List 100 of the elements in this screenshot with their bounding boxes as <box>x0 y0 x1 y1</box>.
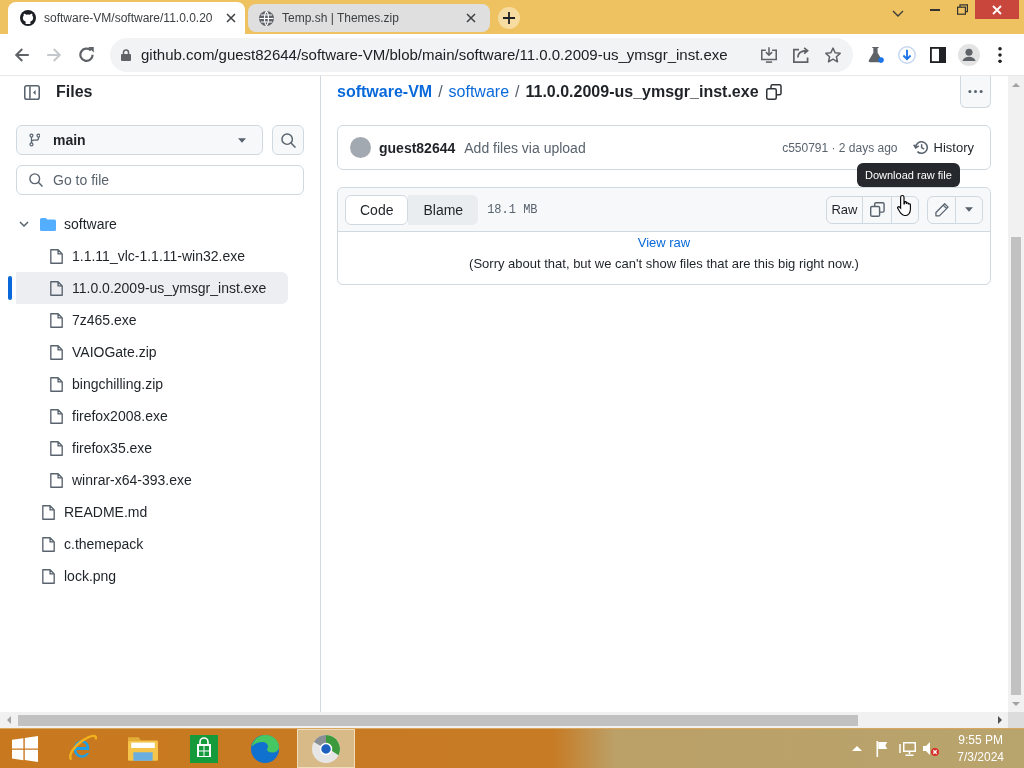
back-icon[interactable] <box>14 47 30 62</box>
tree-item[interactable]: c.themepack <box>8 528 288 560</box>
file-icon <box>49 312 63 328</box>
history-button[interactable]: History <box>912 140 974 155</box>
file-icon <box>41 536 55 552</box>
file-icon <box>49 376 63 392</box>
scrollbar-thumb[interactable] <box>18 714 858 726</box>
tree-item[interactable]: README.md <box>8 496 288 528</box>
tree-item[interactable]: 7z465.exe <box>8 304 288 336</box>
ellipsis-icon <box>968 90 983 93</box>
globe-icon <box>259 10 274 26</box>
commit-message[interactable]: Add files via upload <box>464 139 586 156</box>
raw-button[interactable]: Raw <box>826 195 863 224</box>
store-bag-icon <box>190 734 218 763</box>
hand-cursor-icon <box>897 195 911 216</box>
folder-icon <box>128 736 158 761</box>
tree-item[interactable]: 1.1.11_vlc-1.1.11-win32.exe <box>8 240 288 272</box>
tree-item[interactable]: lock.png <box>8 560 288 592</box>
new-tab-button[interactable] <box>498 7 520 29</box>
more-options-button[interactable] <box>960 76 991 108</box>
file-icon <box>41 568 55 584</box>
copy-icon <box>869 202 885 217</box>
folder-icon <box>40 217 56 231</box>
close-icon <box>992 4 1002 15</box>
windows-logo-icon[interactable] <box>12 735 38 762</box>
side-panel-icon[interactable] <box>930 46 946 63</box>
reload-icon[interactable] <box>78 47 94 62</box>
speaker-muted-icon[interactable] <box>923 741 940 756</box>
more-button[interactable] <box>955 195 983 224</box>
pencil-icon <box>934 202 949 217</box>
taskbar-button[interactable] <box>297 729 355 768</box>
file-icon <box>49 408 63 424</box>
download-icon[interactable] <box>898 45 916 64</box>
search-icon <box>280 132 296 148</box>
close-button[interactable] <box>975 0 1019 19</box>
scrollbar-thumb[interactable] <box>1011 237 1021 695</box>
swirl-icon <box>251 734 279 763</box>
search-button[interactable] <box>272 125 304 155</box>
file-icon <box>49 280 63 296</box>
browser-tab[interactable]: software-VM/software/11.0.0.20 <box>8 2 245 34</box>
breadcrumb-separator: / <box>515 83 520 101</box>
address-bar[interactable]: github.com/guest82644/software-VM/blob/main/software/11.0.0.2009-us_ymsgr_inst.exe <box>110 37 853 72</box>
tree-item[interactable]: software <box>8 208 288 240</box>
orb-icon <box>312 734 340 763</box>
url-text[interactable]: github.com/guest82644/software-VM/blob/main/software/11.0.0.2009-us_ymsgr_inst.exe <box>141 46 751 63</box>
file-search-field[interactable]: Go to file <box>16 165 304 195</box>
file-icon <box>49 344 63 360</box>
minimize-icon[interactable] <box>930 8 940 11</box>
tree-item[interactable]: winrar-x64-393.exe <box>8 464 288 496</box>
edit-button[interactable] <box>927 195 956 224</box>
commit-info: c550791 · 2 days ago <box>782 140 898 155</box>
tree-item[interactable]: VAIOGate.zip <box>8 336 288 368</box>
tree-item[interactable]: bingchilling.zip <box>8 368 288 400</box>
lock-icon[interactable] <box>121 48 131 61</box>
vertical-scrollbar[interactable] <box>1008 76 1024 712</box>
commit-author[interactable]: guest82644 <box>379 139 456 156</box>
chevron-down-icon[interactable] <box>892 9 904 17</box>
view-tab[interactable]: Code <box>345 194 409 225</box>
file-icon <box>41 504 55 520</box>
panel-icon[interactable] <box>24 84 40 100</box>
tree-item[interactable]: firefox35.exe <box>8 432 288 464</box>
caret-icon <box>965 207 973 212</box>
file-icon <box>49 248 63 264</box>
file-icon <box>49 440 63 456</box>
tooltip: Download raw file <box>857 163 960 187</box>
view-tab[interactable]: Blame <box>408 194 479 225</box>
tree-item[interactable]: 11.0.0.2009-us_ymsgr_inst.exe <box>8 272 288 304</box>
browser-tab[interactable]: Temp.sh | Themes.zip <box>248 4 490 32</box>
file-icon <box>49 472 63 488</box>
cat-logo-icon <box>20 10 36 26</box>
file-name: 11.0.0.2009-us_ymsgr_inst.exe <box>525 83 759 101</box>
branch-icon <box>29 133 40 147</box>
star-icon[interactable] <box>825 46 841 63</box>
close-icon[interactable] <box>226 13 236 23</box>
copy-icon[interactable] <box>765 84 782 100</box>
avatar-icon <box>350 137 371 158</box>
chevron-down-icon[interactable] <box>19 221 29 227</box>
close-icon[interactable] <box>466 13 476 23</box>
branch-selector[interactable]: main <box>16 125 263 155</box>
view-raw-link[interactable]: View raw <box>637 233 691 253</box>
install-icon[interactable] <box>761 46 777 63</box>
search-icon <box>29 173 43 187</box>
breadcrumb-link[interactable]: software <box>448 83 510 101</box>
tree-item[interactable]: firefox2008.exe <box>8 400 288 432</box>
menu-icon[interactable] <box>998 46 1002 63</box>
flask-icon[interactable] <box>868 46 884 63</box>
horizontal-scrollbar[interactable] <box>0 712 1008 728</box>
file-size: 18.1 MB <box>487 202 538 217</box>
restore-icon[interactable] <box>956 4 968 15</box>
sidebar-title: Files <box>56 83 93 101</box>
caret-icon <box>238 137 246 143</box>
scroll-right-icon[interactable] <box>997 716 1002 724</box>
share-icon[interactable] <box>793 46 809 63</box>
person-icon[interactable] <box>958 43 980 66</box>
history-icon <box>912 140 929 155</box>
notice-text: (Sorry about that, but we can't show files that are this big right now.) <box>469 255 859 273</box>
breadcrumb-link[interactable]: software-VM <box>337 83 433 101</box>
breadcrumb-separator: / <box>438 83 443 101</box>
plus-icon <box>503 12 515 24</box>
copy-button[interactable] <box>862 195 892 224</box>
